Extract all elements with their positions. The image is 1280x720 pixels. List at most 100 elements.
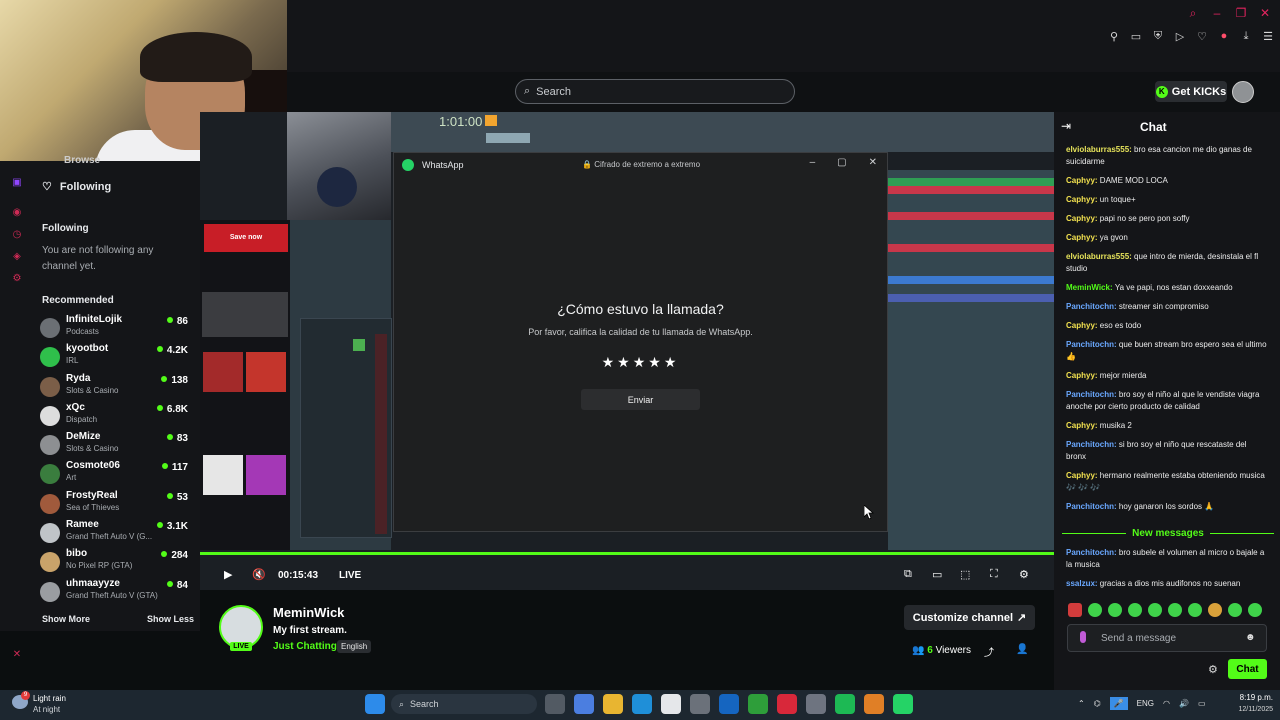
emote-icon[interactable]	[1088, 603, 1102, 617]
chat-username[interactable]: Panchitochn:	[1066, 440, 1119, 449]
emote-icon[interactable]	[1128, 603, 1142, 617]
recommended-channel[interactable]: InfiniteLojik Podcasts 86	[40, 313, 190, 342]
wifi-icon[interactable]: ◠	[1163, 699, 1170, 708]
menu-icon[interactable]: ☰	[1262, 30, 1274, 43]
file-explorer-icon[interactable]	[603, 694, 623, 714]
emote-icon[interactable]	[1068, 603, 1082, 617]
settings-icon[interactable]: ⚙	[11, 273, 23, 285]
play-icon[interactable]: ▷	[1174, 30, 1186, 43]
chat-input[interactable]: Send a message	[1067, 624, 1267, 652]
chat-username[interactable]: Caphyy:	[1066, 195, 1100, 204]
chat-username[interactable]: Caphyy:	[1066, 471, 1100, 480]
volume-icon[interactable]: 🔊	[1179, 699, 1189, 708]
minimize-icon[interactable]: –	[1210, 6, 1224, 21]
minimize-icon[interactable]: –	[810, 157, 816, 168]
spotify-icon[interactable]	[835, 694, 855, 714]
battery-icon[interactable]: ▭	[1198, 699, 1206, 708]
network-icon[interactable]: ⌬	[1094, 699, 1101, 708]
show-more-button[interactable]: Show More	[42, 614, 90, 624]
chevron-up-icon[interactable]: ⌃	[1078, 699, 1085, 708]
add-user-icon[interactable]: 👤	[1016, 644, 1028, 655]
search-icon[interactable]: ⌕	[1186, 6, 1200, 21]
share-icon[interactable]: ⤴	[984, 644, 994, 659]
chat-username[interactable]: Caphyy:	[1066, 421, 1100, 430]
chat-username[interactable]: Caphyy:	[1066, 233, 1100, 242]
emote-icon[interactable]	[1208, 603, 1222, 617]
pip-icon[interactable]: ⧉	[904, 568, 912, 581]
stream-category[interactable]: Just Chatting	[273, 641, 337, 652]
twitch-icon[interactable]: ▣	[11, 177, 23, 189]
task-view-icon[interactable]	[545, 694, 565, 714]
close-icon[interactable]: ✕	[869, 157, 877, 168]
recommended-channel[interactable]: kyootbot IRL 4.2K	[40, 342, 190, 371]
collapse-chat-icon[interactable]: ⇥	[1061, 119, 1071, 133]
chat-username[interactable]: elviolaburras555:	[1066, 252, 1134, 261]
app-icon[interactable]	[690, 694, 710, 714]
send-rating-button[interactable]: Enviar	[581, 389, 700, 410]
app-icon[interactable]	[806, 694, 826, 714]
emoji-icon[interactable]: ☻	[1245, 632, 1256, 643]
sidebar-item-following[interactable]: ♡ Following	[42, 180, 111, 194]
xbox-icon[interactable]	[748, 694, 768, 714]
shield-icon[interactable]: ⛨	[1152, 30, 1164, 43]
download-icon[interactable]: ⤓	[1240, 30, 1252, 43]
show-less-button[interactable]: Show Less	[147, 614, 194, 624]
chat-username[interactable]: ssalzux:	[1066, 579, 1100, 588]
emote-icon[interactable]	[1188, 603, 1202, 617]
store-icon[interactable]	[661, 694, 681, 714]
emote-icon[interactable]	[1228, 603, 1242, 617]
search-input[interactable]: ⌕ Search	[515, 79, 795, 104]
recommended-channel[interactable]: Cosmote06 Art 117	[40, 459, 190, 488]
close-icon[interactable]: ✕	[1258, 6, 1272, 21]
mute-icon[interactable]: 🔇	[252, 568, 266, 581]
settings-icon[interactable]: ⚙	[1208, 663, 1218, 676]
chat-username[interactable]: Panchitochn:	[1066, 548, 1119, 557]
discord-icon[interactable]: ◈	[11, 251, 23, 263]
clip-icon[interactable]: ⬚	[960, 568, 970, 581]
recommended-channel[interactable]: Ramee Grand Theft Auto V (G... 3.1K	[40, 518, 190, 547]
chat-username[interactable]: Caphyy:	[1066, 214, 1100, 223]
taskbar-search[interactable]: ⌕ Search	[391, 694, 537, 714]
new-messages-divider[interactable]: New messages	[1062, 527, 1274, 539]
emote-icon[interactable]	[1248, 603, 1262, 617]
clock-icon[interactable]: ◷	[11, 229, 23, 241]
opera-icon[interactable]	[777, 694, 797, 714]
pin-icon[interactable]: ⚲	[1108, 30, 1120, 43]
recommended-channel[interactable]: DeMize Slots & Casino 83	[40, 430, 190, 459]
chat-username[interactable]: MeminWick:	[1066, 283, 1115, 292]
restore-icon[interactable]: ❐	[1234, 6, 1248, 21]
playback-progress-bar[interactable]	[200, 552, 1054, 555]
tab-icon[interactable]: ▭	[1130, 30, 1142, 43]
recommended-channel[interactable]: xQc Dispatch 6.8K	[40, 401, 190, 430]
sidebar-item-browse[interactable]: Browse	[64, 155, 100, 166]
emote-icon[interactable]	[1168, 603, 1182, 617]
recommended-channel[interactable]: bibo No Pixel RP (GTA) 284	[40, 547, 190, 576]
star-rating[interactable]: ★★★★★	[394, 354, 887, 371]
start-icon[interactable]	[365, 694, 385, 714]
whatsapp-icon[interactable]	[893, 694, 913, 714]
chat-username[interactable]: Caphyy:	[1066, 321, 1100, 330]
recommended-channel[interactable]: uhmaayyze Grand Theft Auto V (GTA) 84	[40, 577, 190, 606]
chat-send-button[interactable]: Chat	[1228, 659, 1267, 679]
edge-icon[interactable]	[632, 694, 652, 714]
chat-username[interactable]: Caphyy:	[1066, 176, 1100, 185]
streamer-name[interactable]: MeminWick	[273, 605, 344, 620]
gx-icon[interactable]: ✕	[11, 649, 23, 661]
play-icon[interactable]: ▶	[224, 568, 232, 581]
language-tag[interactable]: English	[337, 640, 372, 653]
chat-username[interactable]: Panchitochn:	[1066, 502, 1119, 511]
chat-username[interactable]: Panchitochn:	[1066, 340, 1119, 349]
copilot-icon[interactable]	[574, 694, 594, 714]
emote-icon[interactable]	[1108, 603, 1122, 617]
language-indicator[interactable]: ENG	[1137, 699, 1154, 708]
user-avatar[interactable]	[1232, 81, 1254, 103]
chat-username[interactable]: Panchitochn:	[1066, 390, 1119, 399]
fl-studio-icon[interactable]	[864, 694, 884, 714]
heart-icon[interactable]: ♡	[1196, 30, 1208, 43]
profile-icon[interactable]: ●	[1218, 30, 1230, 43]
emote-icon[interactable]	[1148, 603, 1162, 617]
fullscreen-icon[interactable]: ⛶	[990, 568, 998, 581]
customize-channel-button[interactable]: Customize channel ↗	[904, 605, 1035, 630]
chat-username[interactable]: Caphyy:	[1066, 371, 1100, 380]
live-icon[interactable]: ◉	[11, 207, 23, 219]
